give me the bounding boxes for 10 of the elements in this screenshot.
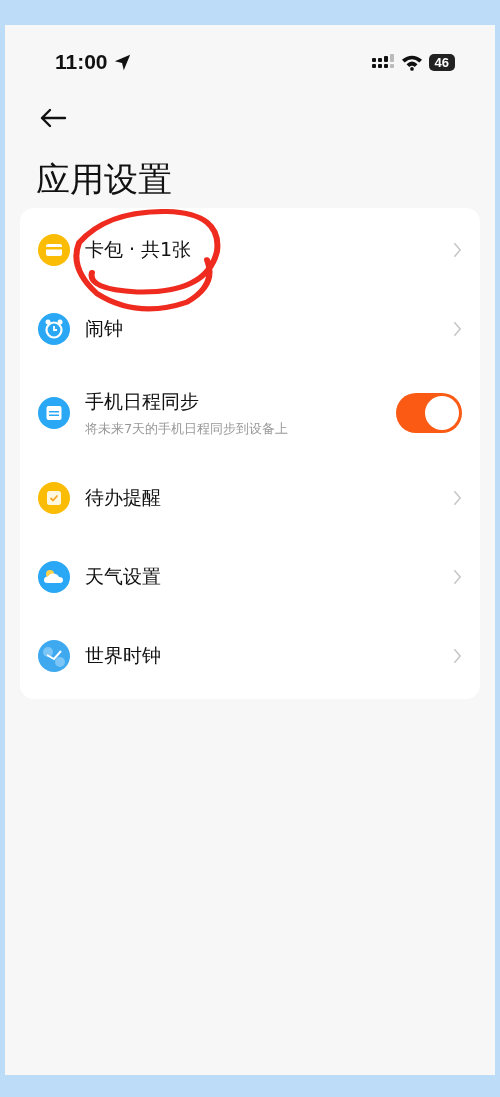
- setting-description: 将未来7天的手机日程同步到设备上: [85, 419, 289, 438]
- setting-label: 手机日程同步: [85, 388, 199, 414]
- setting-label: 世界时钟: [85, 642, 161, 668]
- setting-label: 卡包 · 共1张: [85, 236, 192, 262]
- setting-label: 天气设置: [85, 563, 161, 589]
- status-time: 11:00: [55, 50, 108, 74]
- page-title: 应用设置: [36, 158, 173, 201]
- setting-label: 闹钟: [85, 315, 123, 341]
- battery-level: 46: [428, 53, 455, 71]
- setting-label: 待办提醒: [85, 484, 161, 510]
